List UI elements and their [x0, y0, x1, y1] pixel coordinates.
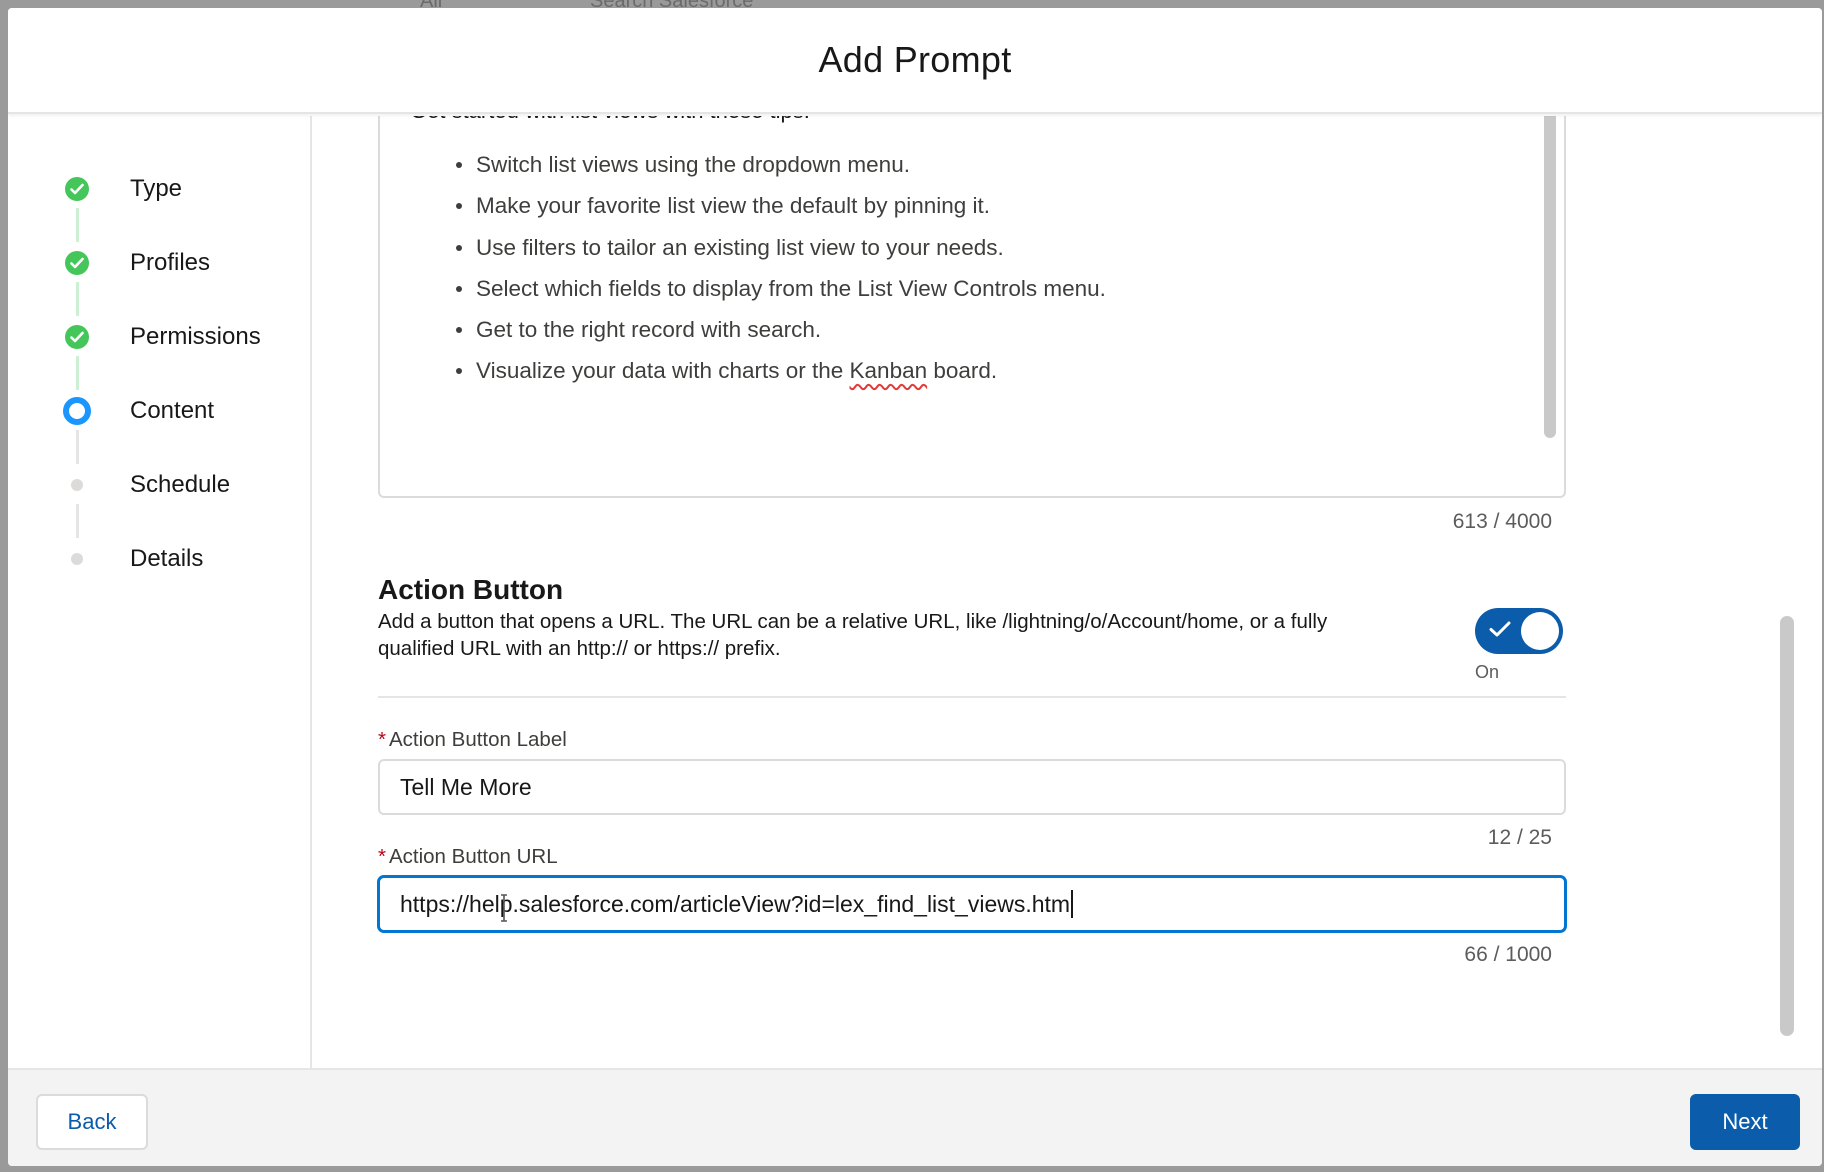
required-indicator: *	[378, 845, 386, 868]
step-permissions[interactable]: Permissions	[63, 317, 261, 357]
progress-stepper: Type Profiles Permissions Content Schedu…	[8, 116, 312, 1068]
toggle-state-label: On	[1475, 662, 1500, 682]
step-content[interactable]: Content	[63, 391, 214, 431]
step-label: Details	[130, 545, 204, 572]
step-label: Permissions	[130, 323, 261, 350]
step-complete-marker	[63, 323, 91, 351]
modal-title: Add Prompt	[818, 39, 1012, 80]
list-item-text: board.	[927, 358, 998, 384]
step-type[interactable]: Type	[63, 169, 182, 209]
list-item: Visualize your data with charts or the K…	[456, 350, 1106, 391]
action-button-label-field-label: * Action Button Label	[378, 728, 567, 752]
check-icon	[65, 325, 89, 349]
step-connector	[76, 356, 79, 390]
step-details[interactable]: Details	[63, 539, 203, 579]
step-label: Content	[130, 397, 215, 424]
modal-body: Type Profiles Permissions Content Schedu…	[8, 116, 1822, 1068]
section-divider	[378, 696, 1566, 698]
editor-scrollbar[interactable]	[1544, 116, 1556, 438]
step-complete-marker	[63, 175, 91, 203]
dot-icon	[71, 479, 83, 491]
step-connector	[76, 504, 79, 538]
misspelled-word: Kanban	[849, 358, 928, 384]
step-incomplete-marker	[63, 545, 91, 573]
step-complete-marker	[63, 249, 91, 277]
toggle-knob	[1521, 612, 1559, 650]
check-icon	[65, 251, 89, 275]
label-char-counter: 12 / 25	[1487, 826, 1552, 849]
tips-list: Switch list views using the dropdown men…	[456, 144, 1106, 392]
step-incomplete-marker	[63, 471, 91, 499]
step-active-marker	[63, 397, 91, 425]
modal-footer: Back Next	[8, 1068, 1822, 1166]
field-label-text: Action Button Label	[388, 728, 567, 751]
action-button-url-input[interactable]: https://help.salesforce.com/articleView?…	[378, 876, 1566, 932]
action-button-heading: Action Button	[378, 574, 564, 605]
action-button-label-input[interactable]: Tell Me More	[378, 759, 1566, 815]
checkmark-icon	[1489, 621, 1511, 637]
back-button[interactable]: Back	[36, 1094, 148, 1150]
list-item: Switch list views using the dropdown men…	[456, 144, 1106, 185]
list-item: Make your favorite list view the default…	[456, 185, 1106, 226]
list-item: Get to the right record with search.	[456, 309, 1106, 350]
step-connector	[76, 208, 79, 242]
step-profiles[interactable]: Profiles	[63, 243, 210, 283]
modal-header: Add Prompt	[8, 8, 1822, 114]
body-rich-text-editor[interactable]: Get started with list views with these t…	[378, 116, 1566, 498]
action-button-url-field-label: * Action Button URL	[378, 845, 558, 869]
required-indicator: *	[378, 728, 386, 751]
list-item-text: Visualize your data with charts or the	[476, 358, 850, 384]
modal-scrollbar[interactable]	[1780, 616, 1794, 1036]
step-label: Profiles	[130, 249, 211, 276]
dot-icon	[71, 553, 83, 565]
url-char-counter: 66 / 1000	[1464, 943, 1552, 966]
action-button-description: Add a button that opens a URL. The URL c…	[378, 610, 1328, 660]
input-value: Tell Me More	[400, 773, 532, 800]
step-connector	[76, 430, 79, 464]
active-step-icon	[63, 397, 91, 425]
step-connector	[76, 282, 79, 316]
field-label-text: Action Button URL	[388, 845, 558, 868]
list-item: Use filters to tailor an existing list v…	[456, 227, 1106, 268]
step-label: Schedule	[130, 471, 231, 498]
body-char-counter: 613 / 4000	[1452, 510, 1552, 533]
text-caret	[1071, 890, 1074, 918]
step-label: Type	[130, 175, 183, 202]
action-button-toggle[interactable]	[1475, 608, 1563, 654]
next-button[interactable]: Next	[1690, 1094, 1800, 1150]
list-item: Select which fields to display from the …	[456, 268, 1106, 309]
content-pane: Get started with list views with these t…	[312, 116, 1802, 1068]
check-icon	[65, 177, 89, 201]
text-cursor-icon	[501, 894, 507, 922]
add-prompt-modal: Add Prompt Type Profiles Permissions Con…	[8, 8, 1822, 1166]
step-schedule[interactable]: Schedule	[63, 465, 230, 505]
body-intro-text: Get started with list views with these t…	[410, 116, 810, 124]
